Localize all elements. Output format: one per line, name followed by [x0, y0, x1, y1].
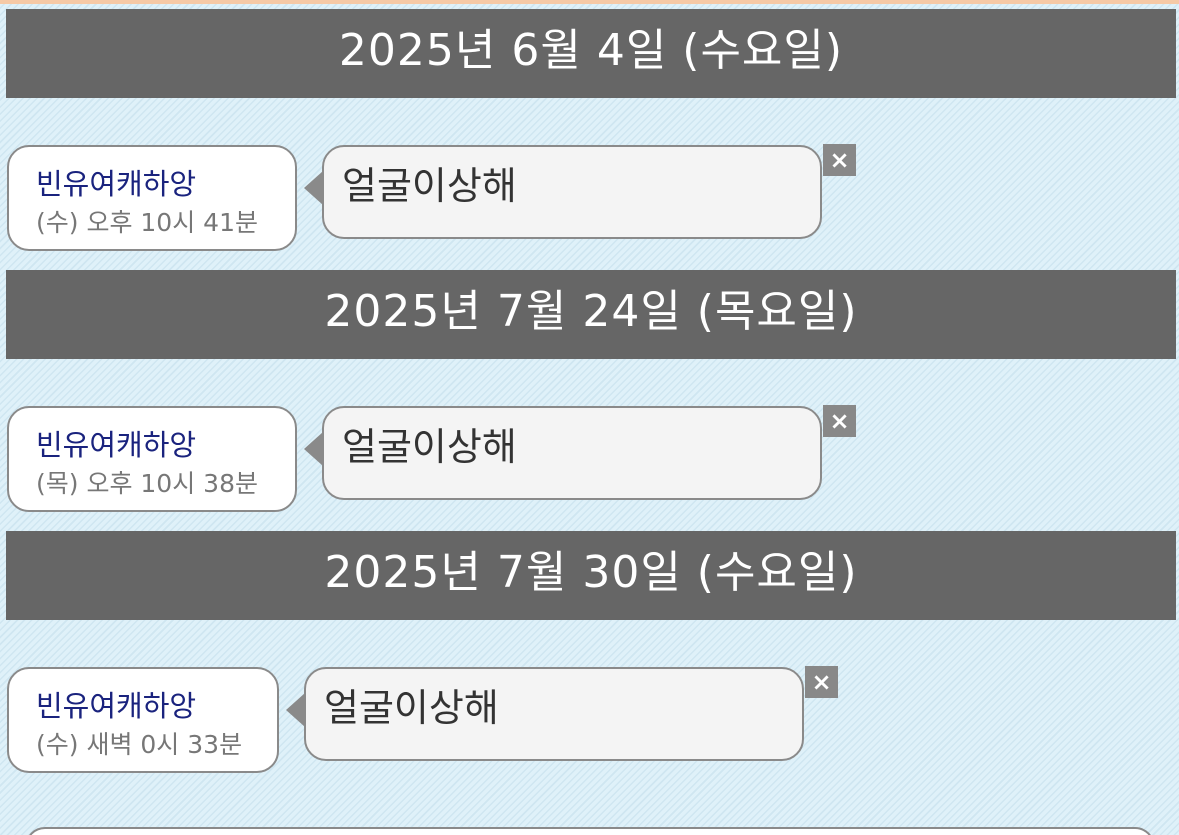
sender-card: 빈유여캐하앙 (수) 오후 10시 41분: [7, 145, 297, 251]
close-icon[interactable]: ×: [823, 405, 856, 437]
bubble-tail: [286, 693, 305, 727]
sender-name[interactable]: 빈유여캐하앙: [36, 161, 196, 203]
close-icon[interactable]: ×: [805, 666, 838, 698]
top-border: [0, 0, 1179, 4]
message-bubble: 얼굴이상해: [304, 406, 822, 500]
close-icon[interactable]: ×: [823, 144, 856, 176]
bubble-tail: [304, 432, 323, 466]
sender-name[interactable]: 빈유여캐하앙: [36, 683, 196, 725]
bubble-tail: [304, 171, 323, 205]
sender-name[interactable]: 빈유여캐하앙: [36, 422, 196, 464]
message-bubble: 얼굴이상해: [286, 667, 804, 761]
date-header: 2025년 7월 30일 (수요일): [6, 531, 1176, 620]
next-message-card: [25, 827, 1155, 835]
date-header: 2025년 7월 24일 (목요일): [6, 270, 1176, 359]
message-text: 얼굴이상해: [342, 425, 517, 469]
sender-card: 빈유여캐하앙 (목) 오후 10시 38분: [7, 406, 297, 512]
sender-card: 빈유여캐하앙 (수) 새벽 0시 33분: [7, 667, 279, 773]
date-header: 2025년 6월 4일 (수요일): [6, 9, 1176, 98]
message-time: (수) 새벽 0시 33분: [36, 730, 243, 759]
message-time: (수) 오후 10시 41분: [36, 208, 258, 237]
message-time: (목) 오후 10시 38분: [36, 469, 258, 498]
message-bubble: 얼굴이상해: [304, 145, 822, 239]
message-text: 얼굴이상해: [324, 686, 499, 730]
message-text: 얼굴이상해: [342, 164, 517, 208]
